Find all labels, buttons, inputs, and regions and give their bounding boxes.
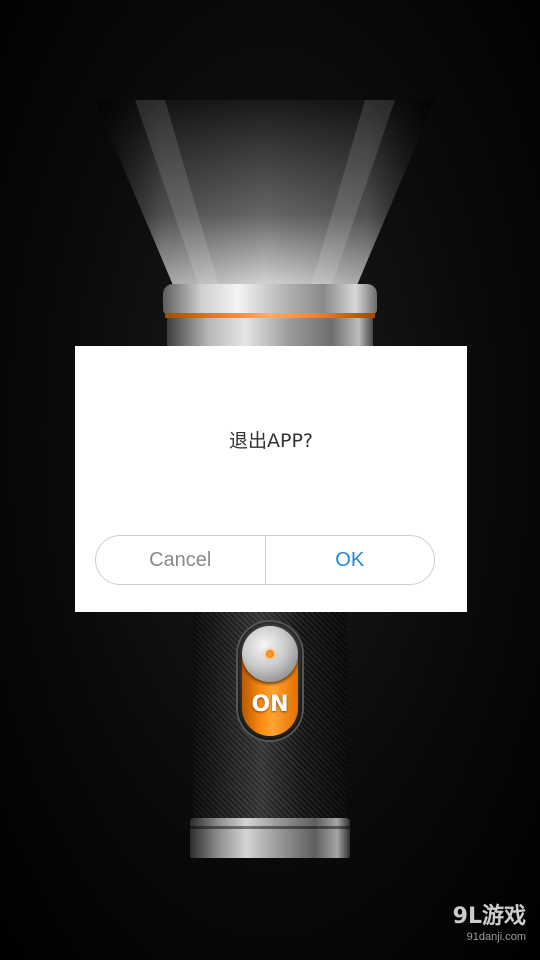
dialog-button-group: Cancel OK	[95, 535, 435, 585]
led-dot-icon	[266, 650, 274, 658]
switch-label: ON	[251, 692, 289, 717]
flashlight-tail	[190, 818, 350, 858]
dialog-message: 退出APP?	[229, 430, 313, 452]
head-neck	[167, 318, 373, 348]
flashlight-head	[163, 284, 377, 348]
power-switch[interactable]: ON	[238, 622, 302, 740]
ok-button[interactable]: OK	[266, 536, 435, 584]
flashlight-screen: ON 退出APP? Cancel OK 9L游戏 91danji.com	[0, 0, 540, 960]
watermark-url: 91danji.com	[466, 931, 526, 943]
light-beam	[95, 100, 435, 300]
watermark: 9L游戏 91danji.com	[426, 904, 526, 950]
head-bezel	[163, 284, 377, 314]
toggle-knob-icon[interactable]	[242, 626, 298, 682]
watermark-logo-text: 9L游戏	[452, 904, 526, 929]
tail-groove	[190, 826, 350, 829]
cancel-button[interactable]: Cancel	[96, 536, 266, 584]
exit-dialog: 退出APP? Cancel OK	[75, 346, 467, 612]
